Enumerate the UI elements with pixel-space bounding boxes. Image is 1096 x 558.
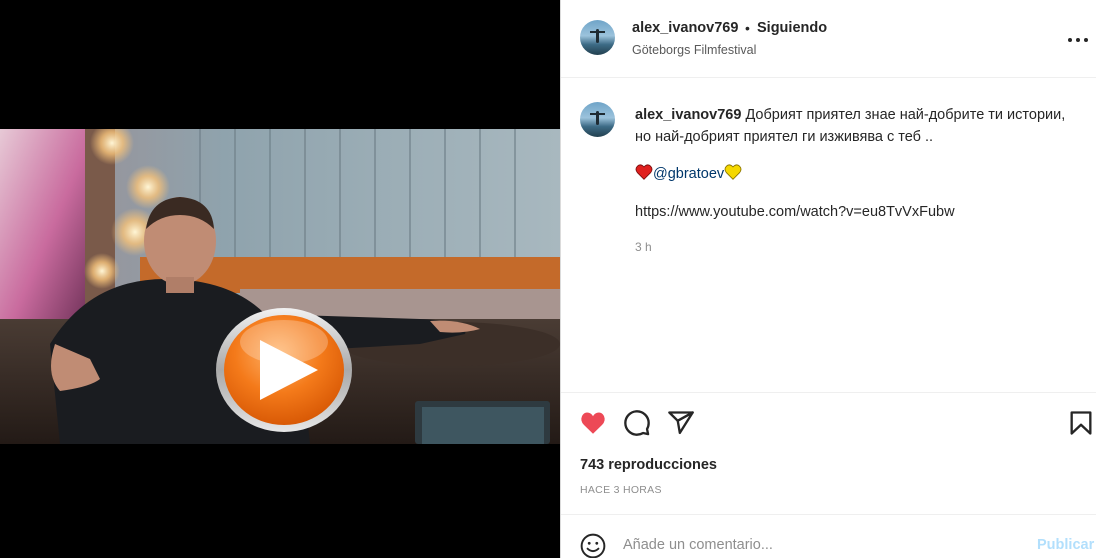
caption-url[interactable]: https://www.youtube.com/watch?v=eu8TvVxF… [635,204,955,220]
view-count[interactable]: 743 reproducciones [580,457,717,473]
paper-plane-icon[interactable] [667,409,695,437]
comment-icon[interactable] [623,409,651,437]
more-icon[interactable] [1066,30,1090,50]
red-heart-icon [635,164,653,180]
yellow-heart-icon [724,164,742,180]
location-link[interactable]: Göteborgs Filmfestival [632,43,756,57]
bookmark-icon[interactable] [1067,409,1095,437]
caption-username[interactable]: alex_ivanov769 [635,107,741,123]
separator-dot: • [745,20,750,36]
publish-button[interactable]: Publicar [1037,537,1094,553]
action-bar: 743 reproducciones HACE 3 HORAS [561,392,1096,514]
mention-link[interactable]: @gbratoev [653,166,724,182]
caption-timestamp: 3 h [635,240,652,254]
comment-input[interactable] [623,531,1023,558]
play-icon[interactable] [214,306,354,434]
mention-line: @gbratoev [635,164,742,184]
smiley-icon[interactable] [580,533,606,558]
author-username[interactable]: alex_ivanov769 [632,20,738,36]
avatar[interactable] [580,102,615,137]
heart-icon[interactable] [579,409,607,437]
video-player[interactable] [0,129,560,444]
caption-text: alex_ivanov769 Добрият приятел знае най-… [635,104,1085,148]
post-header: alex_ivanov769 • Siguiendo Göteborgs Fil… [561,0,1096,78]
video-area [0,0,560,558]
avatar[interactable] [580,20,615,55]
post-timestamp[interactable]: HACE 3 HORAS [580,484,662,496]
comment-bar: Publicar [561,514,1096,558]
follow-status-button[interactable]: Siguiendo [757,20,827,36]
post-panel: alex_ivanov769 • Siguiendo Göteborgs Fil… [560,0,1096,558]
